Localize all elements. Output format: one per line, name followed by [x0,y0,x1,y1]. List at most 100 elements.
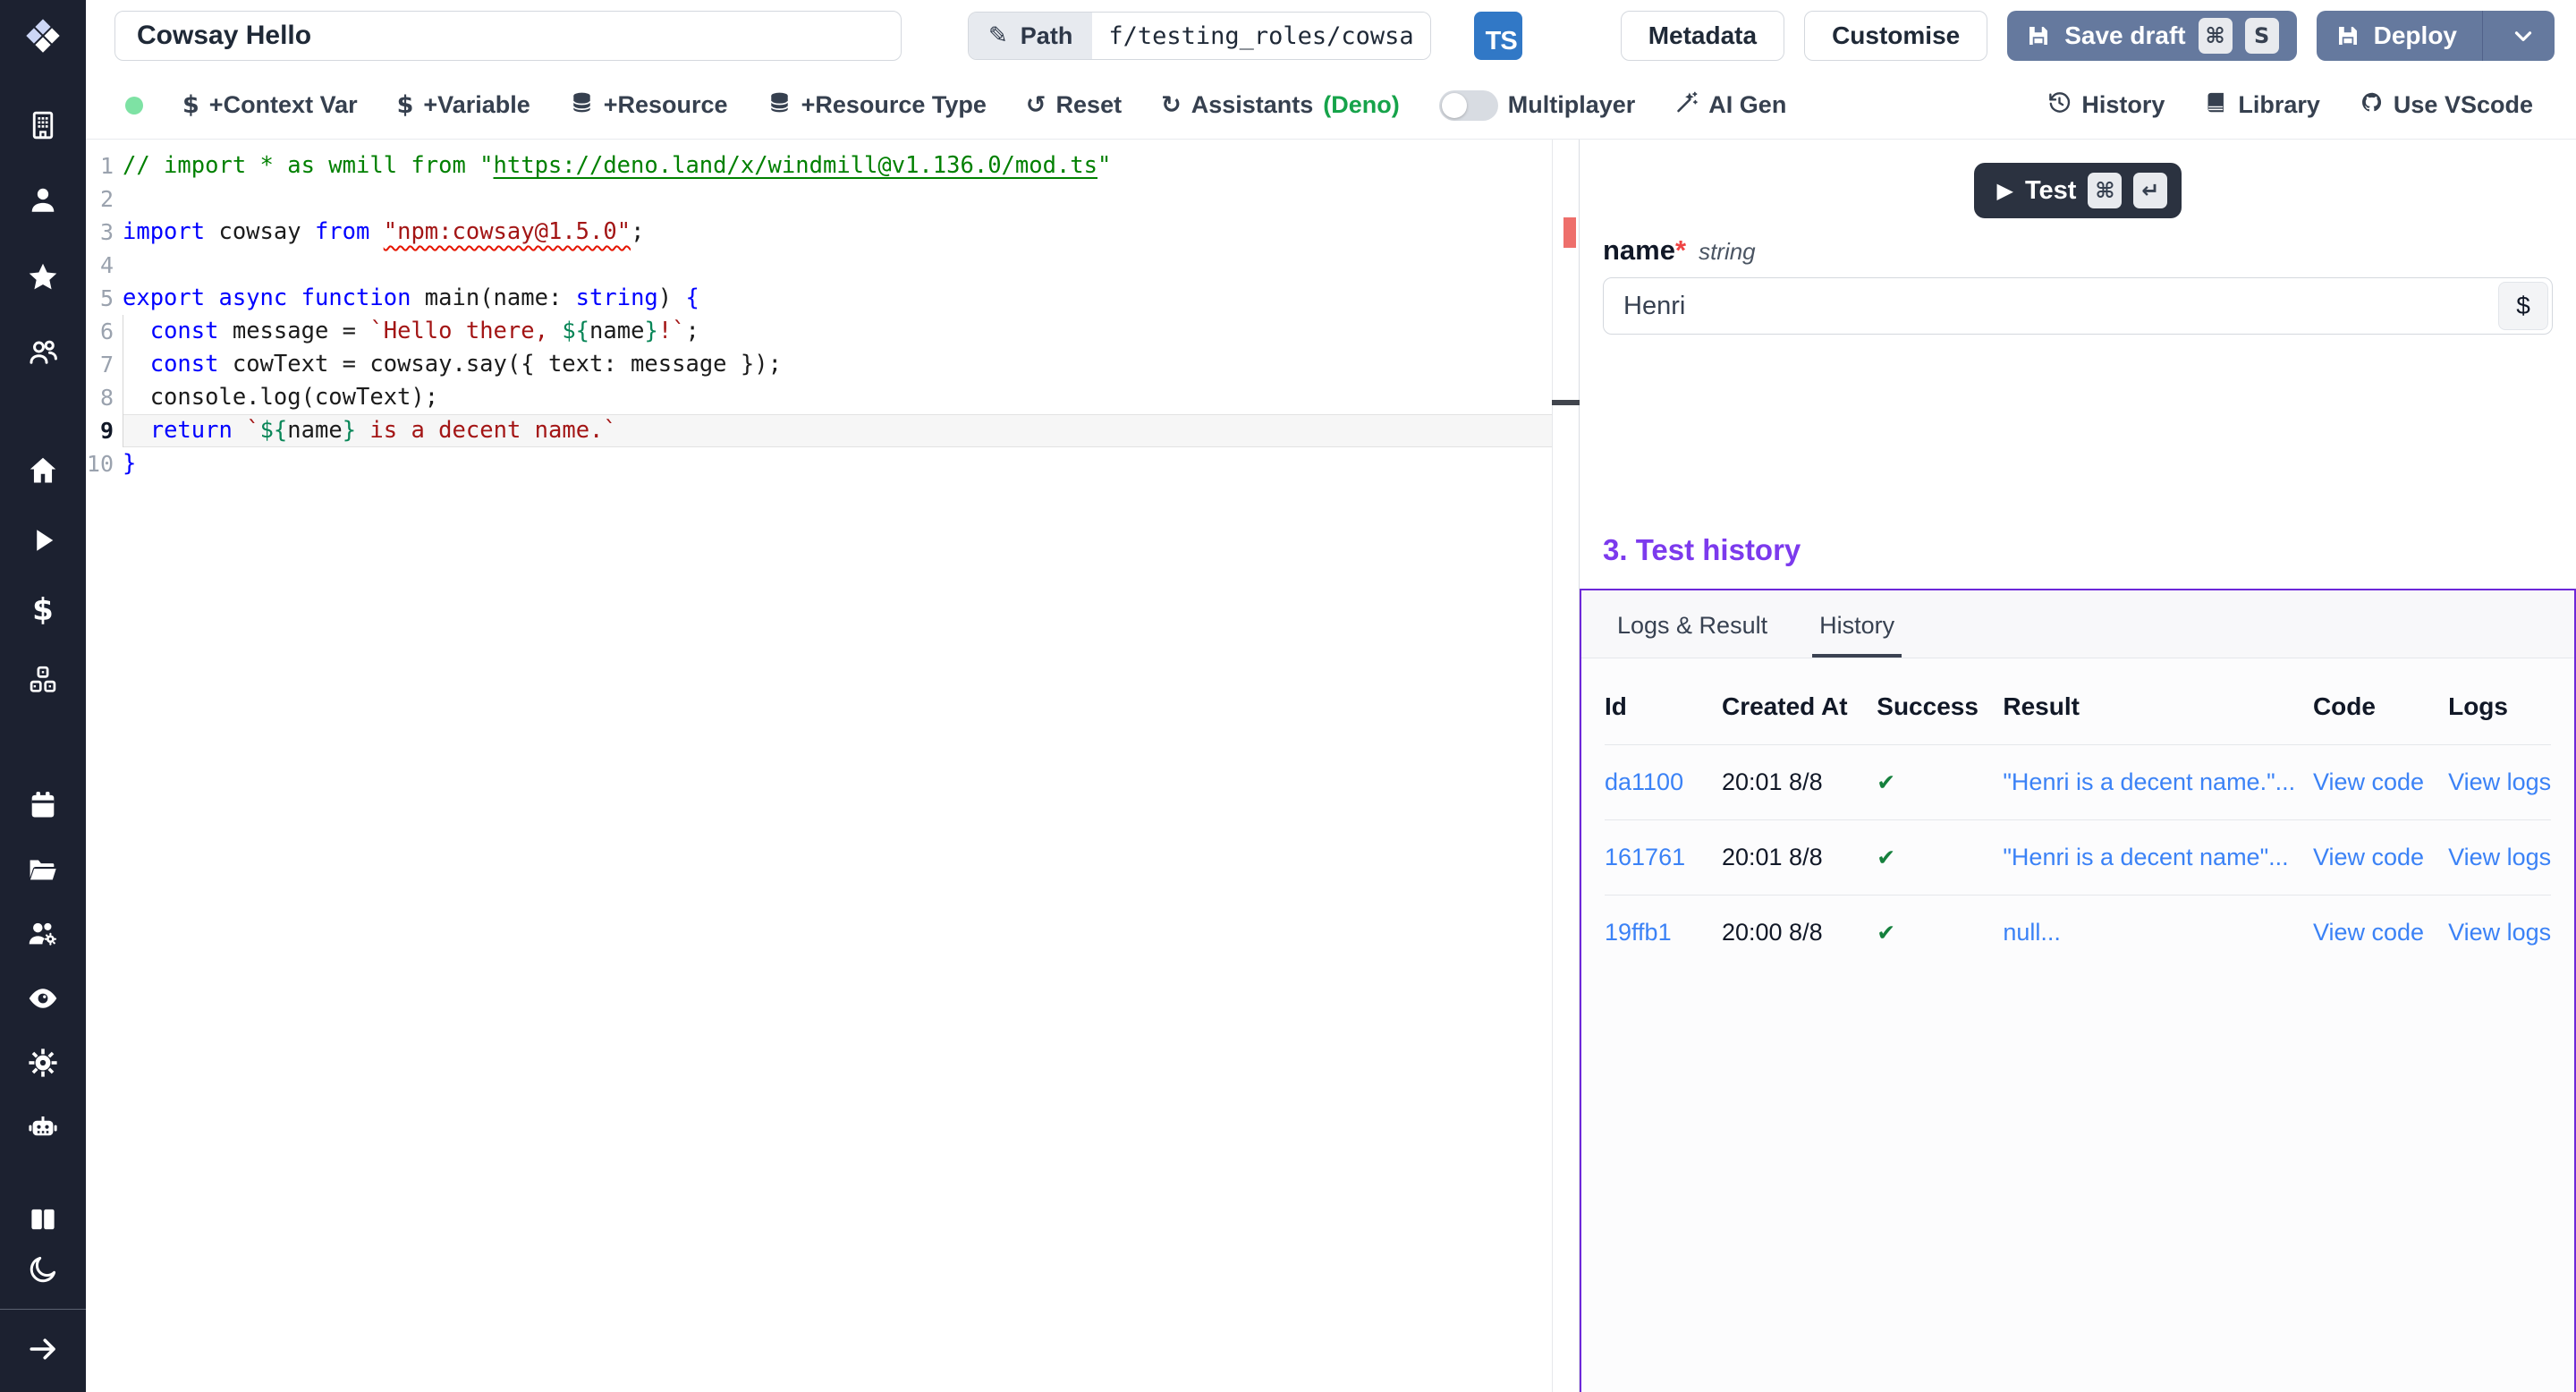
line-number: 8 [86,381,123,414]
script-title-input[interactable] [114,11,902,61]
cmd-key-badge: ⌘ [2199,18,2233,54]
line-number: 2 [86,182,123,216]
result-link[interactable]: "Henri is a decent name."... [2003,768,2295,795]
assistants-language: (Deno) [1323,91,1399,119]
library-button[interactable]: Library [2204,90,2320,121]
result-link[interactable]: "Henri is a decent name"... [2003,844,2288,870]
id-link[interactable]: 161761 [1605,844,1685,870]
history-clock-icon [2047,90,2072,121]
customise-button[interactable]: Customise [1804,11,1987,61]
user-icon[interactable] [23,181,63,220]
multiplayer-toggle[interactable] [1439,90,1498,121]
metadata-button[interactable]: Metadata [1621,11,1784,61]
github-octocat-icon [2360,90,2384,121]
test-button[interactable]: ▶ Test ⌘ ↵ [1974,163,2182,218]
history-table-header: Id Created At Success Result Code Logs [1605,692,2551,745]
code-line[interactable]: 5export async function main(name: string… [86,282,1579,315]
variable-picker-button[interactable]: $ [2498,282,2548,330]
code-line[interactable]: 2 [86,182,1579,216]
play-icon: ▶ [1997,178,2013,203]
resources-boxes-icon[interactable] [23,660,63,700]
line-number: 4 [86,249,123,282]
book-icon [2204,90,2228,121]
pencil-icon: ✎ [988,22,1008,49]
code-line[interactable]: 9 return `${name} is a decent name.` [86,414,1579,447]
line-number: 1 [86,149,123,182]
schedules-calendar-icon[interactable] [23,785,63,825]
code-link[interactable]: View code [2313,844,2424,870]
star-icon[interactable] [23,258,63,297]
code-line[interactable]: 10} [86,447,1579,480]
code-line[interactable]: 4 [86,249,1579,282]
chevron-down-icon[interactable] [2510,22,2537,49]
add-variable-button[interactable]: $ +Variable [397,91,530,119]
error-marker [1563,217,1576,248]
enter-key-badge: ↵ [2133,173,2167,208]
collapse-arrow-right-icon[interactable] [23,1329,63,1369]
history-table-body: da110020:01 8/8✔"Henri is a decent name.… [1605,745,2551,971]
users-icon[interactable] [23,333,63,372]
refresh-icon: ↻ [1161,91,1182,119]
code-line[interactable]: 6 const message = `Hello there, ${name}!… [86,315,1579,348]
add-resource-type-button[interactable]: +Resource Type [767,90,987,121]
assistants-button[interactable]: ↻ Assistants (Deno) [1161,91,1400,119]
dollar-icon: $ [182,91,199,119]
code-line[interactable]: 7 const cowText = cowsay.say({ text: mes… [86,348,1579,381]
deploy-button[interactable]: Deploy [2317,11,2555,61]
add-context-var-button[interactable]: $ +Context Var [182,91,358,119]
audit-eye-icon[interactable] [23,979,63,1018]
add-resource-button[interactable]: +Resource [570,90,728,121]
typescript-badge: TS [1474,12,1522,60]
code-line[interactable]: 3import cowsay from "npm:cowsay@1.5.0"; [86,216,1579,249]
workers-robot-icon[interactable] [23,1108,63,1147]
code-link[interactable]: View code [2313,919,2424,946]
tab-history[interactable]: History [1819,590,1894,658]
history-row: 19ffb120:00 8/8✔null...View codeView log… [1605,895,2551,971]
id-link[interactable]: 19ffb1 [1605,919,1672,946]
name-argument-input[interactable] [1603,277,2553,335]
path-button[interactable]: ✎ Path f/testing_roles/cowsa [968,12,1431,60]
line-number: 7 [86,348,123,381]
logs-link[interactable]: View logs [2448,768,2551,795]
argument-label-row: name* string [1580,218,2576,277]
result-link[interactable]: null... [2003,919,2061,946]
multiplayer-label: Multiplayer [1508,91,1636,119]
line-number: 3 [86,216,123,249]
logs-link[interactable]: View logs [2448,844,2551,870]
groups-users-cog-icon[interactable] [23,914,63,954]
line-number: 5 [86,282,123,315]
line-number: 10 [86,447,123,480]
database-icon [767,90,792,121]
home-icon[interactable] [23,451,63,490]
ai-gen-button[interactable]: AI Gen [1674,90,1786,121]
success-check-icon: ✔ [1877,920,1895,946]
settings-gear-icon[interactable] [23,1043,63,1082]
top-bar: ✎ Path f/testing_roles/cowsa TS Metadata… [86,0,2576,72]
s-key-badge: S [2245,18,2279,54]
argument-type: string [1699,238,1756,266]
code-editor[interactable]: 1// import * as wmill from "https://deno… [86,140,1579,1392]
folder-open-icon[interactable] [23,850,63,889]
dark-mode-moon-icon[interactable] [23,1250,63,1289]
deploy-separator [2482,11,2483,61]
building-icon[interactable] [23,106,63,145]
sidebar-divider [0,1309,86,1310]
status-dot [125,97,143,115]
save-draft-button[interactable]: Save draft ⌘ S [2007,11,2296,61]
variables-dollar-icon[interactable]: $ [23,590,63,630]
code-link[interactable]: View code [2313,768,2424,795]
history-row: da110020:01 8/8✔"Henri is a decent name.… [1605,745,2551,820]
argument-name: name [1603,234,1675,266]
history-button[interactable]: History [2047,90,2165,121]
reset-button[interactable]: ↺ Reset [1026,91,1122,119]
use-vscode-button[interactable]: Use VScode [2360,90,2533,121]
windmill-logo[interactable] [0,0,86,72]
runs-play-icon[interactable] [23,521,63,560]
docs-book-open-icon[interactable] [23,1200,63,1239]
id-link[interactable]: da1100 [1605,768,1683,795]
multiplayer-toggle-group: Multiplayer [1439,90,1636,121]
tab-logs-result[interactable]: Logs & Result [1617,590,1767,658]
logs-link[interactable]: View logs [2448,919,2551,946]
code-line[interactable]: 8 console.log(cowText); [86,381,1579,414]
code-line[interactable]: 1// import * as wmill from "https://deno… [86,149,1579,182]
